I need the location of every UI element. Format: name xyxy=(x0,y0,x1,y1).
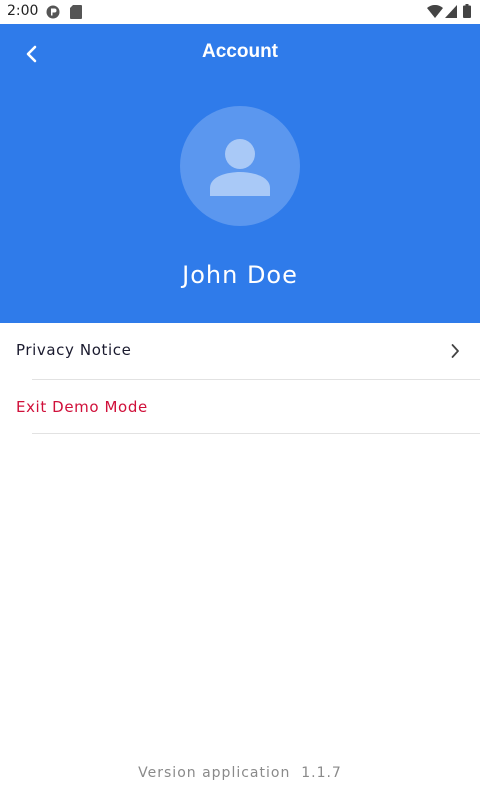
divider xyxy=(32,433,480,434)
privacy-notice-label: Privacy Notice xyxy=(16,341,132,359)
page-title: Account xyxy=(202,41,278,62)
wifi-icon xyxy=(427,4,443,23)
app-notification-icon xyxy=(46,5,60,24)
version-text: Version application 1.1.7 xyxy=(138,765,342,781)
person-icon xyxy=(210,139,270,196)
exit-demo-mode-label: Exit Demo Mode xyxy=(16,398,148,416)
exit-demo-mode-item[interactable]: Exit Demo Mode xyxy=(0,380,480,436)
avatar xyxy=(180,106,300,226)
account-header: Account John Doe xyxy=(0,24,480,323)
status-time: 2:00 xyxy=(7,3,39,19)
privacy-notice-item[interactable]: Privacy Notice xyxy=(0,323,480,379)
status-bar: 2:00 xyxy=(0,0,480,24)
chevron-right-icon xyxy=(451,344,459,358)
sd-card-icon xyxy=(70,5,82,24)
signal-icon xyxy=(445,5,457,23)
user-name: John Doe xyxy=(182,261,298,289)
battery-icon xyxy=(463,4,471,23)
